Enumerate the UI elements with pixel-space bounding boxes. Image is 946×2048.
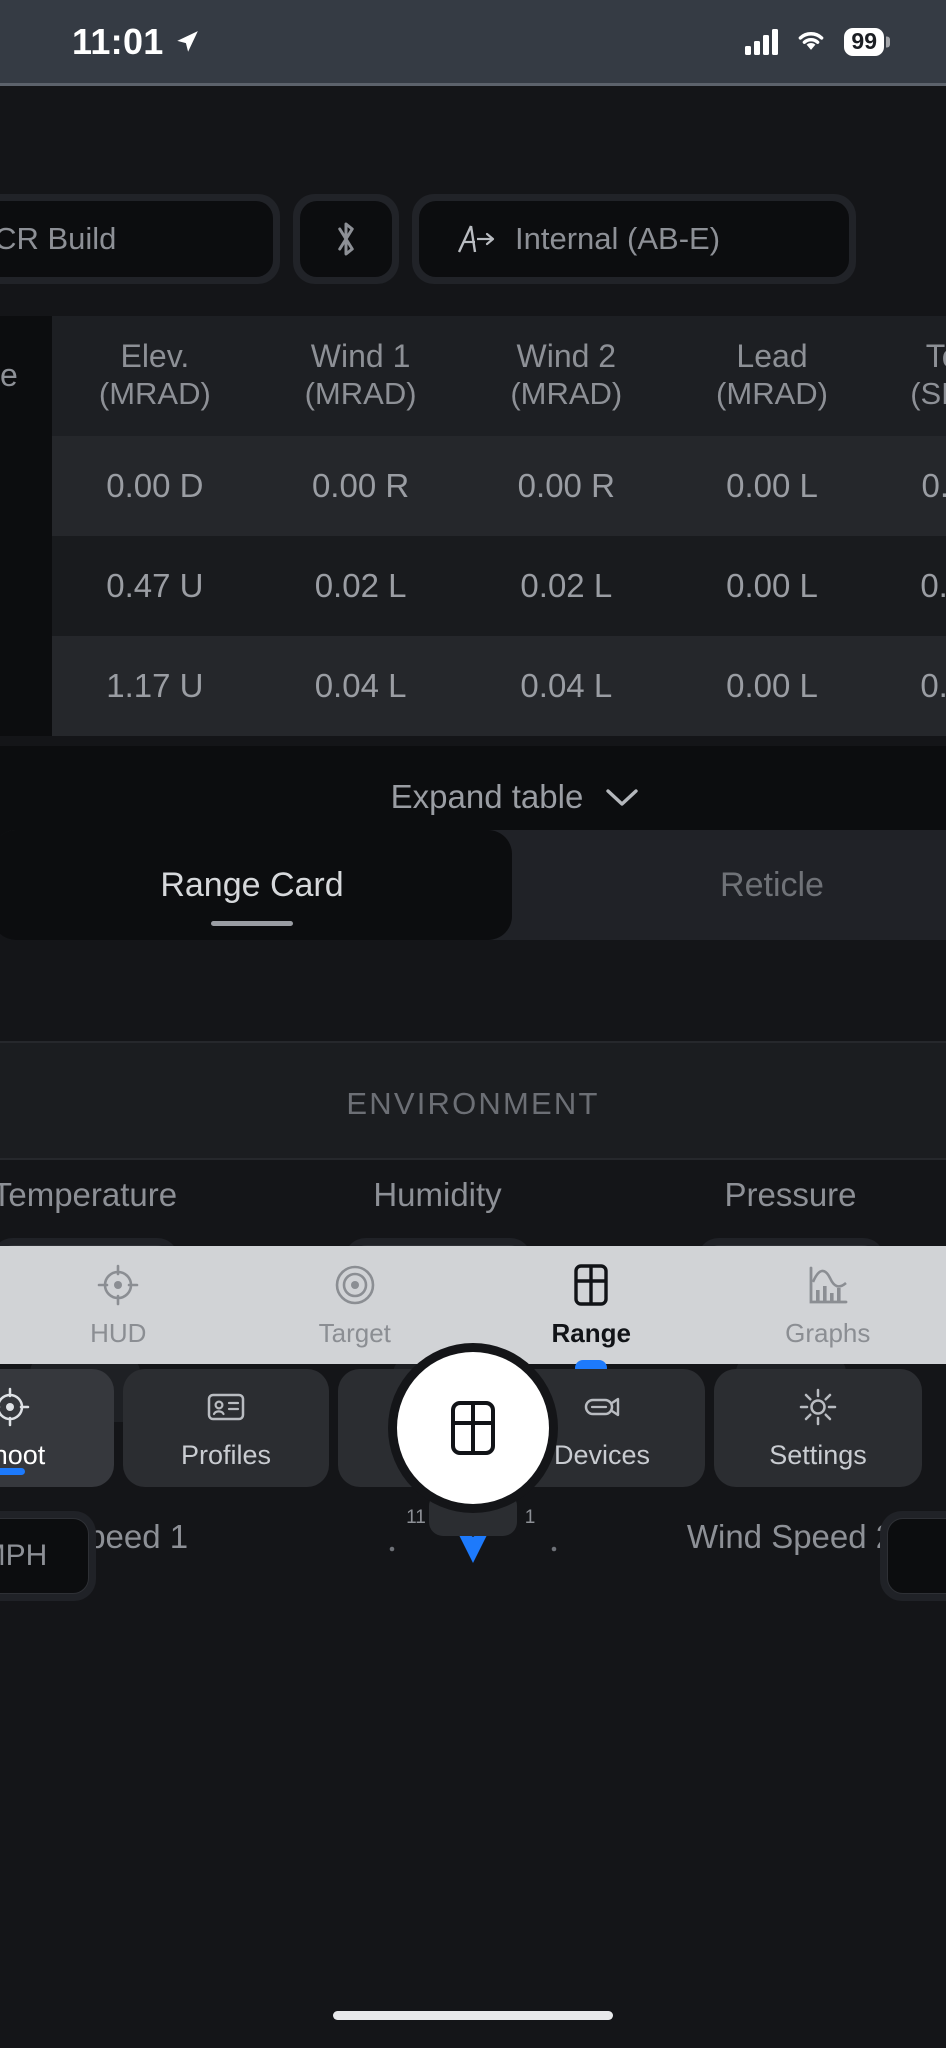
home-indicator <box>333 2011 613 2020</box>
dial-tick-1: 1 <box>525 1507 536 1528</box>
overlay-tab-hud[interactable]: HUD <box>0 1246 237 1364</box>
applied-ballistics-icon <box>445 222 497 256</box>
humidity-label: Humidity <box>373 1176 502 1213</box>
overlay-tab-hud-label: HUD <box>90 1317 147 1348</box>
crosshair-icon <box>0 1385 32 1429</box>
column-header-wind1: Wind 1 (MRAD) <box>257 316 464 437</box>
nav-item-devices-label: Devices <box>553 1440 651 1470</box>
chart-bars-icon <box>805 1262 851 1308</box>
cell-elev: 0.00 D <box>52 436 258 537</box>
id-card-icon <box>204 1385 248 1429</box>
column-header-tof: ToF (SEC) <box>874 316 946 437</box>
cell-elev: 1.17 U <box>52 636 258 737</box>
center-range-button[interactable] <box>397 1352 549 1504</box>
table-row[interactable]: 0.00 D 0.00 R 0.00 R 0.00 L 0.11 <box>0 436 946 537</box>
expand-table-label: Expand table <box>390 778 584 815</box>
nav-item-profiles-label: Profiles <box>180 1440 272 1470</box>
nav-active-indicator <box>0 1468 25 1475</box>
device-name: Internal (AB-E) <box>515 221 721 256</box>
cell-tof: 0.11 <box>874 436 946 537</box>
nav-item-shoot[interactable]: Shoot <box>0 1369 114 1487</box>
dial-tick-11: 11 <box>406 1507 426 1528</box>
nav-item-settings[interactable]: Settings <box>714 1369 922 1487</box>
overlay-tab-range[interactable]: Range <box>473 1246 710 1376</box>
cellular-signal-icon <box>745 28 779 55</box>
cell-range <box>0 536 52 637</box>
bluetooth-button[interactable] <box>293 194 399 284</box>
bluetooth-icon <box>331 219 361 259</box>
pressure-label: Pressure <box>724 1176 857 1213</box>
status-bar: 11:01 99 <box>0 0 946 83</box>
cell-range <box>0 636 52 737</box>
target-rings-icon <box>332 1262 378 1308</box>
overlay-tab-graphs-label: Graphs <box>785 1317 871 1348</box>
cell-lead: 0.00 L <box>669 536 875 637</box>
device-selector[interactable]: Internal (AB-E) <box>412 194 856 284</box>
wind-speed-2-input-wrapper: 0 <box>880 1511 946 1601</box>
nav-item-settings-label: Settings <box>769 1440 867 1470</box>
status-bar-right: 99 <box>745 26 884 57</box>
overlay-tab-range-label: Range <box>551 1317 631 1348</box>
environment-bottom-divider <box>0 1158 946 1160</box>
wind-speed-2-input[interactable]: 0 <box>887 1518 946 1594</box>
status-time: 11:01 <box>72 20 164 62</box>
nav-item-shoot-label: Shoot <box>0 1440 46 1470</box>
overlay-tab-bar: HUD Target Range Graphs <box>0 1246 946 1376</box>
tab-active-underline <box>211 921 293 926</box>
column-header-elev: Elev. (MRAD) <box>52 316 258 437</box>
wind-speed-1-unit: MPH <box>0 1539 48 1572</box>
cell-tof: 0.36 <box>874 636 946 737</box>
tab-range-card[interactable]: Range Card <box>0 830 512 940</box>
wifi-icon <box>795 26 827 57</box>
column-header-lead: Lead (MRAD) <box>669 316 875 437</box>
status-bar-left: 11:01 <box>72 21 200 63</box>
range-card-table: e Elev. (MRAD) Wind 1 (MRAD) Wind 2 (MRA… <box>0 316 946 737</box>
table-row[interactable]: 1.17 U 0.04 L 0.04 L 0.00 L 0.36 <box>0 636 946 737</box>
overlay-tab-target[interactable]: Target <box>237 1246 474 1364</box>
wind-speed-1-input-wrapper: MPH <box>0 1511 96 1601</box>
grid-table-icon <box>568 1262 614 1308</box>
app-content: 6.5CR Build <box>0 86 946 2048</box>
column-header-wind2: Wind 2 (MRAD) <box>463 316 670 437</box>
tab-reticle[interactable]: Reticle <box>512 830 946 940</box>
chevron-down-icon <box>605 787 639 807</box>
cell-wind2: 0.04 L <box>463 636 670 737</box>
range-card-reticle-tabs: Range Card Reticle <box>0 830 946 940</box>
tab-reticle-label: Reticle <box>720 865 824 904</box>
grid-table-icon <box>442 1397 504 1459</box>
gear-icon <box>796 1385 840 1429</box>
wind-speed-1-input[interactable]: MPH <box>0 1518 89 1594</box>
cell-wind2: 0.00 R <box>463 436 670 537</box>
environment-section-title: ENVIRONMENT <box>346 1086 600 1121</box>
cell-wind2: 0.02 L <box>463 536 670 637</box>
cell-lead: 0.00 L <box>669 436 875 537</box>
cell-wind1: 0.00 R <box>257 436 464 537</box>
nav-item-profiles[interactable]: Profiles <box>123 1369 329 1487</box>
cell-wind1: 0.04 L <box>257 636 464 737</box>
profile-selector[interactable]: 6.5CR Build <box>0 194 280 284</box>
device-icon <box>580 1385 624 1429</box>
table-header-row: e Elev. (MRAD) Wind 1 (MRAD) Wind 2 (MRA… <box>0 316 946 437</box>
overlay-tab-graphs[interactable]: Graphs <box>710 1246 946 1364</box>
table-row[interactable]: 0.47 U 0.02 L 0.02 L 0.00 L 0.23 <box>0 536 946 637</box>
cell-lead: 0.00 L <box>669 636 875 737</box>
cell-wind1: 0.02 L <box>257 536 464 637</box>
environment-top-divider <box>0 1041 946 1043</box>
tab-range-card-label: Range Card <box>160 865 344 904</box>
cell-range <box>0 436 52 537</box>
overlay-tab-target-label: Target <box>318 1317 391 1348</box>
profile-device-bar: 6.5CR Build <box>0 190 946 288</box>
wind-speed-2-label: Wind Speed 2 <box>686 1518 895 1555</box>
temperature-label: Temperature <box>0 1176 178 1213</box>
cell-tof: 0.23 <box>874 536 946 637</box>
range-card-table-wrapper: e Elev. (MRAD) Wind 1 (MRAD) Wind 2 (MRA… <box>0 316 946 737</box>
location-arrow-icon <box>174 29 200 55</box>
crosshair-icon <box>95 1262 141 1308</box>
cell-elev: 0.47 U <box>52 536 258 637</box>
battery-indicator: 99 <box>844 27 884 56</box>
profile-name[interactable]: 6.5CR Build <box>0 201 273 277</box>
column-header-range: e <box>0 316 52 437</box>
